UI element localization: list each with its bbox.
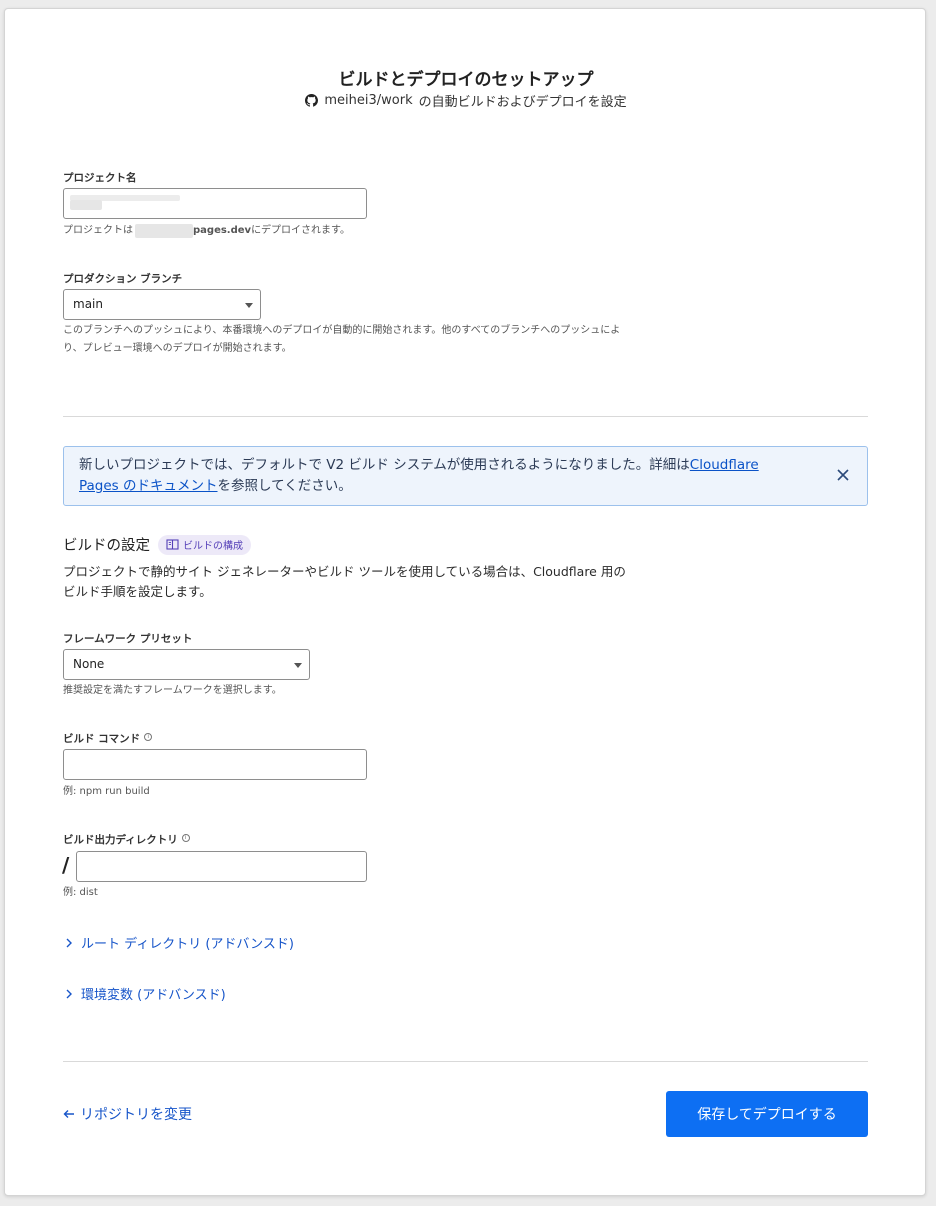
save-and-deploy-button[interactable]: 保存してデプロイする	[666, 1091, 868, 1137]
framework-preset-select[interactable]: None	[63, 649, 310, 680]
section-divider	[63, 416, 868, 417]
production-branch-help: このブランチへのプッシュにより、本番環境へのデプロイが自動的に開始されます。他の…	[63, 325, 621, 354]
redacted-subdomain	[135, 224, 193, 238]
banner-text: 新しいプロジェクトでは、デフォルトで V2 ビルド システムが使用されるようにな…	[79, 457, 759, 494]
build-settings-header: ビルドの設定 ビルドの構成	[63, 534, 251, 555]
setup-card: ビルドとデプロイのセットアップ meihei3/work の自動ビルドおよびデプ…	[4, 8, 926, 1196]
project-name-input[interactable]	[63, 188, 367, 219]
project-name-help: プロジェクトは pages.dev にデプロイされます。	[63, 224, 351, 238]
output-dir-label: ビルド出力ディレクトリ i	[63, 832, 190, 847]
subtitle-suffix: の自動ビルドおよびデプロイを設定	[418, 95, 627, 110]
output-dir-prefix: /	[62, 853, 70, 877]
change-repo-link[interactable]: リポジトリを変更	[63, 1104, 192, 1124]
repo-name: meihei3/work	[324, 93, 413, 108]
build-command-input[interactable]	[63, 749, 367, 780]
chevron-right-icon	[66, 938, 72, 947]
production-branch-select[interactable]: main	[63, 289, 261, 320]
output-dir-input[interactable]	[76, 851, 367, 882]
build-command-label: ビルド コマンド i	[63, 731, 153, 746]
footer-divider	[63, 1061, 868, 1062]
production-branch-label: プロダクション ブランチ	[63, 273, 183, 285]
output-dir-help: 例: dist	[63, 887, 98, 898]
chevron-right-icon	[66, 989, 72, 998]
info-icon[interactable]: i	[144, 733, 153, 741]
build-config-pill[interactable]: ビルドの構成	[158, 534, 251, 555]
arrow-left-icon	[63, 1110, 74, 1118]
close-banner-button[interactable]	[833, 465, 853, 485]
framework-preset-label: フレームワーク プリセット	[63, 633, 193, 645]
framework-preset-help: 推奨設定を満たすフレームワークを選択します。	[63, 685, 282, 696]
chevron-down-icon	[294, 663, 302, 668]
info-banner: 新しいプロジェクトでは、デフォルトで V2 ビルド システムが使用されるようにな…	[63, 446, 868, 506]
project-name-label: プロジェクト名	[63, 172, 137, 184]
info-icon[interactable]: i	[181, 834, 190, 842]
build-settings-title: ビルドの設定	[63, 538, 150, 554]
page-title: ビルドとデプロイのセットアップ	[338, 70, 594, 90]
build-settings-description: プロジェクトで静的サイト ジェネレーターやビルド ツールを使用している場合は、C…	[63, 564, 626, 599]
page-subtitle: meihei3/work の自動ビルドおよびデプロイを設定	[5, 91, 927, 110]
build-command-help: 例: npm run build	[63, 786, 150, 797]
chevron-down-icon	[245, 303, 253, 308]
redacted-text	[70, 200, 102, 210]
book-icon	[166, 539, 179, 550]
github-icon	[305, 94, 319, 107]
env-vars-toggle[interactable]: 環境変数 (アドバンスド)	[65, 984, 226, 1003]
close-icon	[837, 469, 849, 481]
root-dir-toggle[interactable]: ルート ディレクトリ (アドバンスド)	[65, 933, 294, 952]
